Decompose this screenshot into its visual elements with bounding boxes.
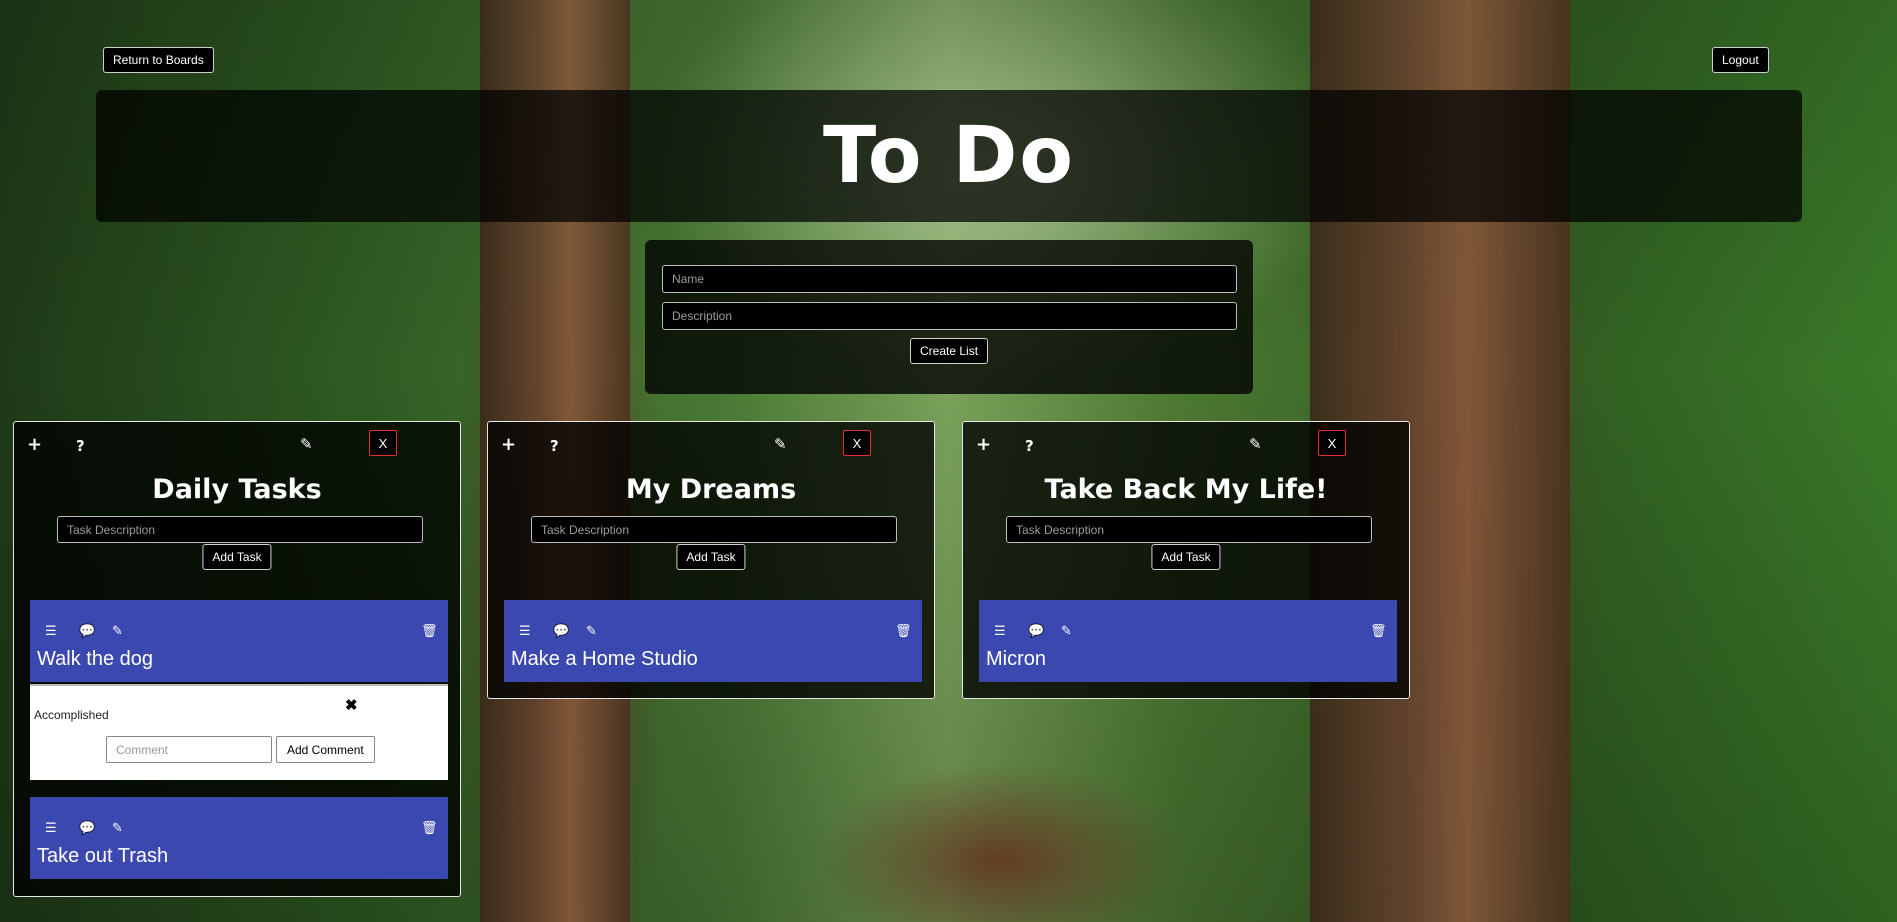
edit-list-icon[interactable]: ✎ <box>1249 435 1262 453</box>
details-icon[interactable]: ☰ <box>45 821 57 836</box>
comment-icon[interactable]: 💬 <box>79 624 95 639</box>
create-list-form: Create List <box>645 240 1253 394</box>
comment-input[interactable] <box>106 736 272 763</box>
create-list-button[interactable]: Create List <box>910 338 989 364</box>
delete-list-button[interactable]: X <box>843 430 871 456</box>
list-title: My Dreams <box>625 474 797 505</box>
task-description-input[interactable] <box>1006 516 1372 543</box>
task-name: Walk the dog <box>37 648 153 670</box>
add-task-button[interactable]: Add Task <box>202 544 272 570</box>
comment-icon[interactable]: 💬 <box>553 624 569 639</box>
task-name: Make a Home Studio <box>511 648 698 670</box>
add-task-button[interactable]: Add Task <box>676 544 746 570</box>
task-item[interactable]: ☰ 💬 ✎ 🗑 Walk the dog <box>30 600 448 682</box>
comment-panel: Accomplished ✖ Add Comment <box>30 684 448 780</box>
trash-icon[interactable]: 🗑 <box>421 821 438 836</box>
task-description-input[interactable] <box>531 516 897 543</box>
list-description-input[interactable] <box>662 302 1237 330</box>
trash-icon[interactable]: 🗑 <box>895 624 912 639</box>
list-title: Daily Tasks <box>152 474 322 505</box>
details-icon[interactable]: ☰ <box>45 624 57 639</box>
comment-text: Accomplished <box>34 708 109 722</box>
task-description-input[interactable] <box>57 516 423 543</box>
delete-list-button[interactable]: X <box>369 430 397 456</box>
delete-list-button[interactable]: X <box>1318 430 1346 456</box>
details-icon[interactable]: ☰ <box>519 624 531 639</box>
task-item[interactable]: ☰ 💬 ✎ 🗑 Make a Home Studio <box>504 600 922 682</box>
task-name: Micron <box>986 648 1047 670</box>
add-icon[interactable]: + <box>27 434 42 455</box>
details-icon[interactable]: ☰ <box>994 624 1006 639</box>
edit-list-icon[interactable]: ✎ <box>774 435 787 453</box>
edit-icon[interactable]: ✎ <box>1061 624 1072 639</box>
task-item[interactable]: ☰ 💬 ✎ 🗑 Take out Trash <box>30 797 448 879</box>
task-name: Take out Trash <box>37 845 169 867</box>
page-title: To Do <box>823 111 1075 201</box>
help-icon[interactable]: ? <box>550 437 559 455</box>
close-icon[interactable]: ✖ <box>345 696 358 714</box>
edit-list-icon[interactable]: ✎ <box>300 435 313 453</box>
edit-icon[interactable]: ✎ <box>112 821 123 836</box>
header-banner: To Do <box>96 90 1802 222</box>
help-icon[interactable]: ? <box>1025 437 1034 455</box>
edit-icon[interactable]: ✎ <box>112 624 123 639</box>
logout-button[interactable]: Logout <box>1712 47 1769 73</box>
add-icon[interactable]: + <box>501 434 516 455</box>
comment-icon[interactable]: 💬 <box>1028 624 1044 639</box>
list-title: Take Back My Life! <box>1044 474 1328 505</box>
list-card-take-back-my-life: + ? ✎ X Take Back My Life! Add Task ☰ 💬 … <box>962 421 1410 699</box>
add-task-button[interactable]: Add Task <box>1151 544 1221 570</box>
edit-icon[interactable]: ✎ <box>586 624 597 639</box>
list-card-daily-tasks: + ? ✎ X Daily Tasks Add Task ☰ 💬 ✎ 🗑 Wal… <box>13 421 461 897</box>
help-icon[interactable]: ? <box>76 437 85 455</box>
list-name-input[interactable] <box>662 265 1237 293</box>
add-icon[interactable]: + <box>976 434 991 455</box>
return-to-boards-button[interactable]: Return to Boards <box>103 47 214 73</box>
add-comment-button[interactable]: Add Comment <box>276 736 375 763</box>
trash-icon[interactable]: 🗑 <box>1370 624 1387 639</box>
task-item[interactable]: ☰ 💬 ✎ 🗑 Micron <box>979 600 1397 682</box>
trash-icon[interactable]: 🗑 <box>421 624 438 639</box>
list-card-my-dreams: + ? ✎ X My Dreams Add Task ☰ 💬 ✎ 🗑 Make … <box>487 421 935 699</box>
comment-icon[interactable]: 💬 <box>79 821 95 836</box>
